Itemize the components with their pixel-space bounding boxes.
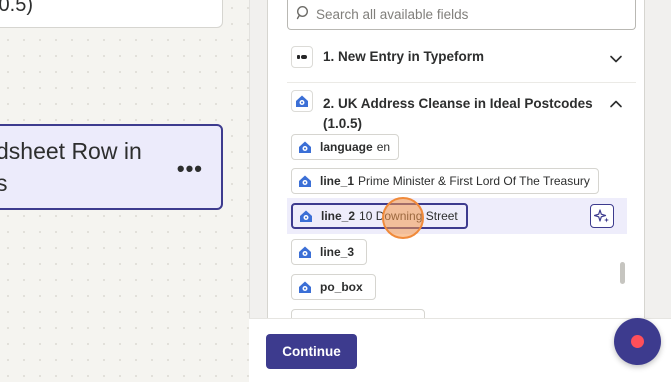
field-name: line_2 — [321, 209, 356, 223]
step-2-label: 2. UK Address Cleanse in Ideal Postcodes… — [323, 96, 593, 131]
workflow-step-card[interactable]: .0.5) — [0, 0, 223, 28]
step-1-label: 1. New Entry in Typeform — [323, 49, 485, 64]
notification-dot-icon — [631, 335, 644, 348]
ai-suggest-button[interactable] — [590, 204, 614, 228]
step-card-text: .0.5) — [0, 0, 34, 16]
search-input[interactable] — [316, 3, 616, 25]
panel-footer: Continue — [249, 318, 671, 382]
field-item-line-2[interactable]: line_2 10 Downing Street — [291, 203, 468, 229]
ideal-postcodes-icon — [291, 90, 313, 112]
ideal-postcodes-icon — [296, 243, 314, 261]
step-card-title: dsheet Row in — [0, 138, 142, 164]
field-name: line_1 — [320, 174, 355, 188]
search-box[interactable] — [287, 0, 636, 30]
ideal-postcodes-icon — [297, 207, 315, 225]
step-2-header[interactable]: 2. UK Address Cleanse in Ideal Postcodes… — [287, 84, 636, 132]
workflow-step-card-active[interactable]: dsheet Row in s ••• — [0, 124, 223, 210]
field-item-line-3[interactable]: line_3 — [291, 239, 368, 265]
typeform-icon — [291, 46, 313, 68]
field-name: line_3 — [320, 245, 355, 259]
ideal-postcodes-icon — [296, 138, 314, 156]
field-item-language[interactable]: language en — [291, 134, 400, 160]
step-card-title-line2: s — [0, 170, 8, 196]
chevron-down-icon[interactable] — [608, 51, 624, 67]
field-name: language — [320, 140, 373, 154]
field-item-line-1[interactable]: line_1 Prime Minister & First Lord Of Th… — [291, 168, 599, 194]
divider — [287, 82, 636, 83]
click-indicator — [382, 197, 424, 239]
field-value: Prime Minister & First Lord Of The Treas… — [358, 174, 590, 188]
field-item-po-box[interactable]: po_box — [291, 274, 376, 300]
field-name: po_box — [320, 280, 363, 294]
field-list: language en line_1 Prime Minister & Firs… — [287, 134, 627, 318]
chevron-up-icon[interactable] — [608, 96, 624, 112]
sparkle-icon — [594, 209, 609, 223]
search-icon — [296, 5, 309, 20]
help-chat-button[interactable] — [614, 318, 661, 365]
more-options-button[interactable]: ••• — [177, 156, 203, 182]
field-item-partial[interactable] — [291, 309, 425, 318]
field-value: en — [376, 140, 391, 154]
workflow-canvas[interactable]: .0.5) dsheet Row in s ••• — [0, 0, 249, 382]
ideal-postcodes-icon — [296, 278, 314, 296]
continue-button[interactable]: Continue — [266, 334, 357, 369]
ideal-postcodes-icon — [296, 172, 314, 190]
scrollbar-thumb[interactable] — [620, 262, 625, 284]
step-1-header[interactable]: 1. New Entry in Typeform — [287, 44, 636, 72]
